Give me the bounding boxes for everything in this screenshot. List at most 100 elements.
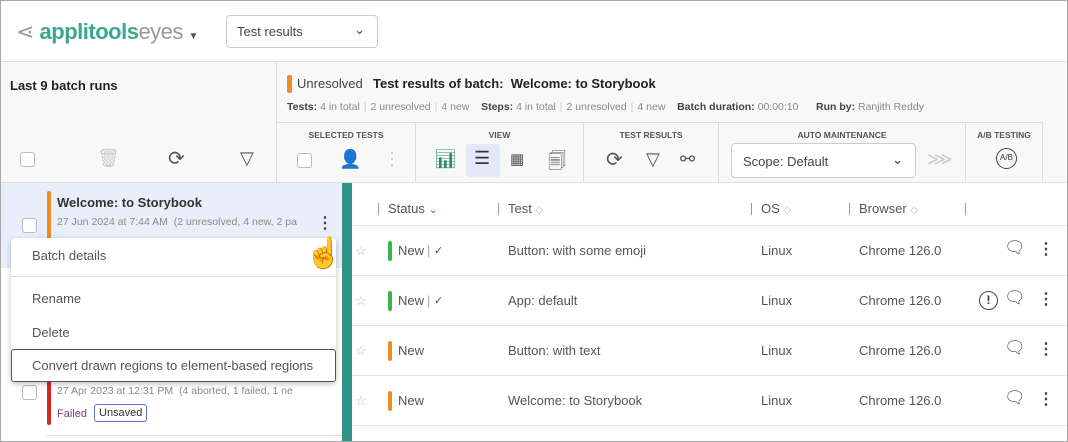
page-select[interactable]: Test results ⌄ <box>226 15 378 48</box>
comment-icon[interactable]: 🗨︎ <box>1004 338 1026 358</box>
status-text: New <box>398 293 425 308</box>
batch-name: Welcome: to Storybook <box>57 195 202 210</box>
menu-item-convert-regions[interactable]: Convert drawn regions to element-based r… <box>11 349 336 382</box>
status-color-bar <box>287 75 292 93</box>
browser: Chrome 126.0 <box>859 293 942 308</box>
group-label: SELECTED TESTS <box>308 130 384 140</box>
batch-stats: Tests: 4 in total | 2 unresolved | 4 new Ste… <box>287 101 924 113</box>
os: Linux <box>761 293 793 308</box>
sort-icon: ◇ <box>910 205 919 216</box>
more-icon[interactable]: ⋮ <box>1038 389 1054 409</box>
warning-icon[interactable]: ! <box>979 291 998 310</box>
browser: Chrome 126.0 <box>859 343 942 358</box>
test-name[interactable]: Button: with some emoji <box>508 243 646 258</box>
column-status[interactable]: Status ⌄ <box>388 201 438 216</box>
divider <box>11 276 336 277</box>
panel-resize-handle[interactable] <box>342 183 352 442</box>
sort-icon: ◇ <box>783 205 792 216</box>
column-browser[interactable]: Browser ◇ <box>859 201 918 216</box>
batch-status: Unresolved <box>297 76 363 91</box>
comment-icon[interactable]: 🗨︎ <box>1004 388 1026 408</box>
group-label: VIEW <box>488 130 511 140</box>
status-text: New <box>398 243 425 258</box>
divider <box>751 203 752 215</box>
status-color-bar <box>388 241 392 261</box>
divider <box>498 203 499 215</box>
check-icon: ✓ <box>434 245 444 257</box>
refresh-icon[interactable]: ⟳ <box>168 146 185 171</box>
more-icon[interactable]: ⋮ <box>1038 289 1054 309</box>
unsaved-badge: Unsaved <box>94 404 148 422</box>
comment-icon[interactable]: 🗨︎ <box>1004 238 1026 258</box>
test-name[interactable]: Welcome: to Storybook <box>508 393 642 408</box>
select-all-checkbox[interactable] <box>20 152 35 167</box>
chevron-down-icon: ⌄ <box>892 152 903 167</box>
batch-date: 27 Jun 2024 at 7:44 AM (2 unresolved, 4 … <box>57 216 297 228</box>
star-icon[interactable]: ☆ <box>355 393 367 409</box>
refresh-results-icon[interactable]: ⟳ <box>606 147 623 172</box>
scope-select[interactable]: Scope: Default ⌄ <box>731 143 916 178</box>
os: Linux <box>761 343 793 358</box>
star-icon[interactable]: ☆ <box>355 293 367 309</box>
batch-list-header: Last 9 batch runs 🗑 ⟳ ▽ <box>0 62 277 183</box>
column-test[interactable]: Test ◇ <box>508 201 543 216</box>
batch-date: 27 Apr 2023 at 12:31 PM (4 aborted, 1 fa… <box>57 385 293 397</box>
test-name[interactable]: App: default <box>508 293 577 308</box>
view-group: VIEW 📊︎ ☰ ▦ 🗐 <box>415 122 583 183</box>
list-view-button[interactable]: ☰ <box>466 144 500 177</box>
table-row[interactable]: ☆ New Button: with text Linux Chrome 126… <box>352 326 1068 376</box>
status-color-bar <box>388 391 392 411</box>
table-row[interactable]: ☆ New Welcome: to Storybook Linux Chrome… <box>352 376 1068 426</box>
more-icon[interactable]: ⋮ <box>1038 339 1054 359</box>
divider <box>378 203 379 215</box>
batch-more-icon[interactable]: ⋮ <box>317 213 333 233</box>
os: Linux <box>761 243 793 258</box>
chevron-down-icon: ⌄ <box>354 22 365 37</box>
os: Linux <box>761 393 793 408</box>
comment-icon[interactable]: 🗨︎ <box>1004 288 1026 308</box>
selected-tests-group: SELECTED TESTS 👤 ⋮ <box>277 122 415 183</box>
sort-icon: ⌄ <box>428 204 438 216</box>
divider: | <box>427 243 431 258</box>
group-label: A/B TESTING <box>977 130 1031 140</box>
group-by-icon[interactable]: ⚯ <box>680 149 695 170</box>
batch-context-menu: Batch details Rename Delete Convert draw… <box>11 238 336 382</box>
divider <box>849 203 850 215</box>
more-icon[interactable]: ⋮ <box>383 149 401 170</box>
filter-results-icon[interactable]: ▽ <box>646 149 660 170</box>
menu-item-batch-details[interactable]: Batch details <box>32 248 106 263</box>
divider <box>965 203 966 215</box>
sort-icon: ◇ <box>535 205 544 216</box>
divider <box>47 435 342 436</box>
more-icon[interactable]: ⋮ <box>1038 239 1054 259</box>
browser: Chrome 126.0 <box>859 243 942 258</box>
menu-item-label: Convert drawn regions to element-based r… <box>32 358 314 373</box>
filter-icon[interactable]: ▽ <box>240 148 254 169</box>
test-name[interactable]: Button: with text <box>508 343 601 358</box>
table-row[interactable]: ☆ New | ✓ App: default Linux Chrome 126.0… <box>352 276 1068 326</box>
auto-maintenance-group: AUTO MAINTENANCE Scope: Default ⌄ ⋙ <box>718 122 965 183</box>
batch-checkbox[interactable] <box>22 385 37 400</box>
menu-item-rename[interactable]: Rename <box>32 291 81 306</box>
top-bar: ⋖ applitoolseyes ▼ Test results ⌄ <box>0 0 1068 62</box>
assign-user-icon[interactable]: 👤 <box>339 149 361 170</box>
applitools-logo[interactable]: ⋖ applitoolseyes ▼ <box>16 19 198 45</box>
check-icon: ✓ <box>434 295 444 307</box>
apply-maintenance-icon[interactable]: ⋙ <box>927 149 953 170</box>
status-color-bar <box>388 341 392 361</box>
status-color-bar <box>388 291 392 311</box>
select-tests-checkbox[interactable] <box>297 153 312 168</box>
trash-icon[interactable]: 🗑 <box>97 148 120 169</box>
star-icon[interactable]: ☆ <box>355 343 367 359</box>
batch-list-title: Last 9 batch runs <box>10 78 118 93</box>
column-os[interactable]: OS ◇ <box>761 201 791 216</box>
star-icon[interactable]: ☆ <box>355 243 367 259</box>
batch-checkbox[interactable] <box>22 218 37 233</box>
grid-view-icon[interactable]: ▦ <box>510 150 524 168</box>
table-row[interactable]: ☆ New | ✓ Button: with some emoji Linux C… <box>352 226 1068 276</box>
group-label: TEST RESULTS <box>619 130 683 140</box>
menu-item-delete[interactable]: Delete <box>32 325 70 340</box>
ab-testing-icon[interactable]: A/B <box>996 148 1017 169</box>
chart-view-icon[interactable]: 📊︎ <box>434 149 457 170</box>
comments-view-icon[interactable]: 🗐 <box>548 149 566 179</box>
